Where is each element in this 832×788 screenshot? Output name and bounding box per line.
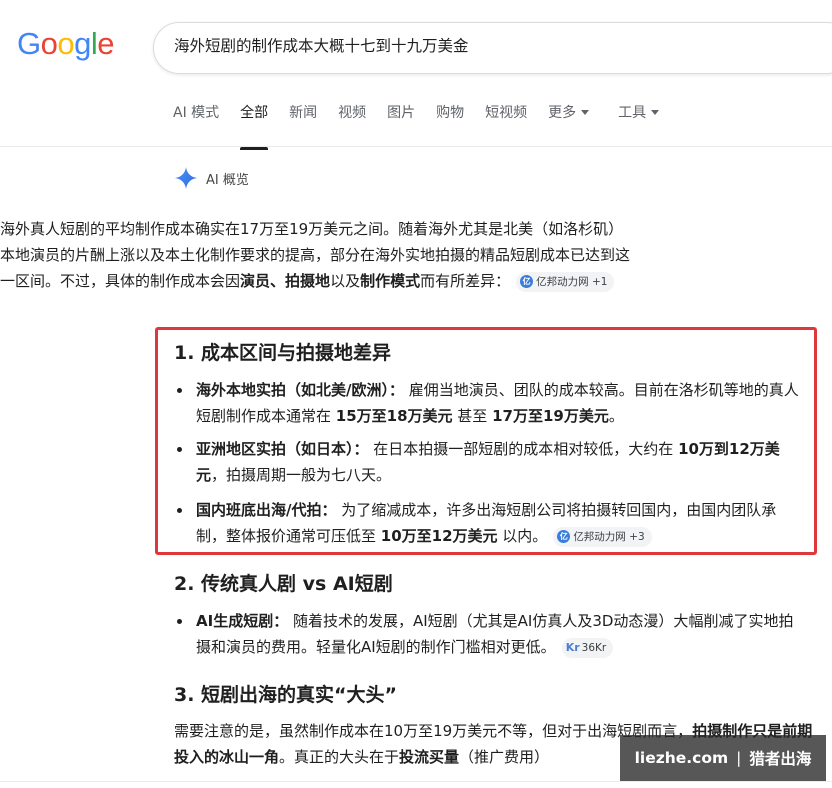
list-item: 国内班底出海/代拍： 为了缩减成本，许多出海短剧公司将拍摄转回国内，由国内团队承… [177, 497, 806, 549]
ai-overview-header: AI 概览 [174, 166, 249, 190]
watermark: liezhe.com | 猎者出海 [620, 735, 826, 781]
search-box[interactable] [153, 22, 832, 74]
intro-bold-location: 拍摄地 [285, 272, 331, 290]
search-tabs: AI 模式 全部 新闻 视频 图片 购物 短视频 更多 工具 [173, 104, 680, 150]
logo-letter-e: e [97, 26, 115, 61]
tab-label: 工具 [618, 105, 647, 121]
tab-label: 视频 [338, 105, 367, 121]
tab-tools[interactable]: 工具 [618, 104, 660, 128]
list-item-text: ，拍摄周期一般为七八天。 [211, 466, 392, 484]
list-item: 亚洲地区实拍（如日本）： 在日本拍摄一部短剧的成本相对较低，大约在 10万到12… [177, 436, 806, 488]
logo-letter-g2: g [74, 26, 91, 61]
list-item-bold: 17万至19万美元 [492, 407, 609, 425]
tab-more[interactable]: 更多 [548, 104, 590, 128]
chevron-down-icon [581, 109, 590, 115]
tab-all[interactable]: 全部 [240, 104, 269, 150]
source-chip-label: 亿邦动力网 +3 [573, 530, 645, 543]
closing-text: 。真正的大头在于 [279, 748, 400, 766]
intro-text2: 而有所差异： [420, 272, 511, 290]
closing-text: （推广费用） [459, 748, 550, 766]
chevron-down-icon [651, 109, 660, 115]
source-chip-label: 36Kr [581, 641, 607, 654]
tab-label: 全部 [240, 105, 269, 121]
tab-news[interactable]: 新闻 [289, 104, 317, 128]
google-logo[interactable]: Google [17, 26, 115, 61]
logo-letter-o1: o [40, 26, 58, 61]
list-item-title: 海外本地实拍（如北美/欧洲）： [196, 381, 404, 399]
list-item-bold: 10万至12万美元 [380, 527, 498, 545]
closing-text: 需要注意的是，虽然制作成本在10万至19万美元不等，但对于出海短剧而言， [174, 722, 693, 740]
tab-label: 购物 [436, 105, 465, 121]
tabs-divider [0, 146, 832, 147]
source-logo-icon: 亿 [557, 530, 571, 543]
intro-bold-actors: 演员 [240, 272, 271, 290]
logo-letter-g: G [17, 26, 41, 61]
bottom-divider [0, 781, 832, 782]
list-item-text: 在日本拍摄一部短剧的成本相对较低，大约在 [368, 440, 679, 458]
source-logo-icon: 亿 [520, 275, 534, 288]
list-item: 海外本地实拍（如北美/欧洲）： 雇佣当地演员、团队的成本较高。目前在洛杉矶等地的… [177, 377, 806, 429]
section-heading-3: 3. 短剧出海的真实“大头” [174, 684, 398, 706]
source-chip[interactable]: 亿亿邦动力网 +3 [553, 526, 652, 547]
source-chip-label: 亿邦动力网 +1 [536, 275, 608, 288]
watermark-name: 猎者出海 [749, 750, 812, 768]
source-chip[interactable]: Kr 36Kr [561, 637, 614, 658]
list-item: AI生成短剧： 随着技术的发展，AI短剧（尤其是AI仿真人及3D动态漫）大幅削减… [177, 608, 806, 660]
source-chip[interactable]: 亿亿邦动力网 +1 [516, 271, 615, 292]
search-input[interactable] [174, 36, 814, 54]
list-item-text: 以内。 [497, 527, 548, 545]
closing-bold: 投流买量 [399, 748, 460, 766]
kr-logo-icon: Kr [565, 641, 580, 654]
watermark-site: liezhe.com [634, 749, 729, 767]
logo-letter-o2: o [57, 26, 75, 61]
intro-sep2: 以及 [330, 272, 361, 290]
tab-ai-mode[interactable]: AI 模式 [173, 104, 219, 128]
tab-videos[interactable]: 视频 [338, 104, 366, 128]
list-item-title: 国内班底出海/代拍： [196, 501, 337, 519]
tab-label: 图片 [387, 105, 416, 121]
tab-shopping[interactable]: 购物 [436, 104, 464, 128]
tab-label: 短视频 [485, 105, 528, 121]
list-item-text: 甚至 [452, 407, 493, 425]
list-item-title: AI生成短剧： [196, 612, 289, 630]
list-item-text: 。 [608, 407, 624, 425]
ai-overview-intro: 海外真人短剧的平均制作成本确实在17万至19万美元之间。随着海外尤其是北美（如洛… [0, 216, 630, 294]
section-heading-1: 1. 成本区间与拍摄地差异 [174, 342, 392, 364]
tab-label: AI 模式 [173, 105, 220, 121]
tab-images[interactable]: 图片 [387, 104, 415, 128]
intro-sep: 、 [270, 272, 286, 290]
tab-label: 更多 [548, 105, 577, 121]
section-heading-2: 2. 传统真人剧 vs AI短剧 [174, 573, 393, 595]
intro-bold-mode: 制作模式 [360, 272, 421, 290]
tab-label: 新闻 [289, 105, 318, 121]
ai-overview-label: AI 概览 [206, 172, 249, 188]
watermark-separator: | [736, 749, 742, 767]
tab-short-videos[interactable]: 短视频 [485, 104, 527, 128]
list-item-title: 亚洲地区实拍（如日本）： [196, 440, 369, 458]
sparkle-icon [175, 167, 197, 189]
list-item-bold: 15万至18万美元 [335, 407, 453, 425]
